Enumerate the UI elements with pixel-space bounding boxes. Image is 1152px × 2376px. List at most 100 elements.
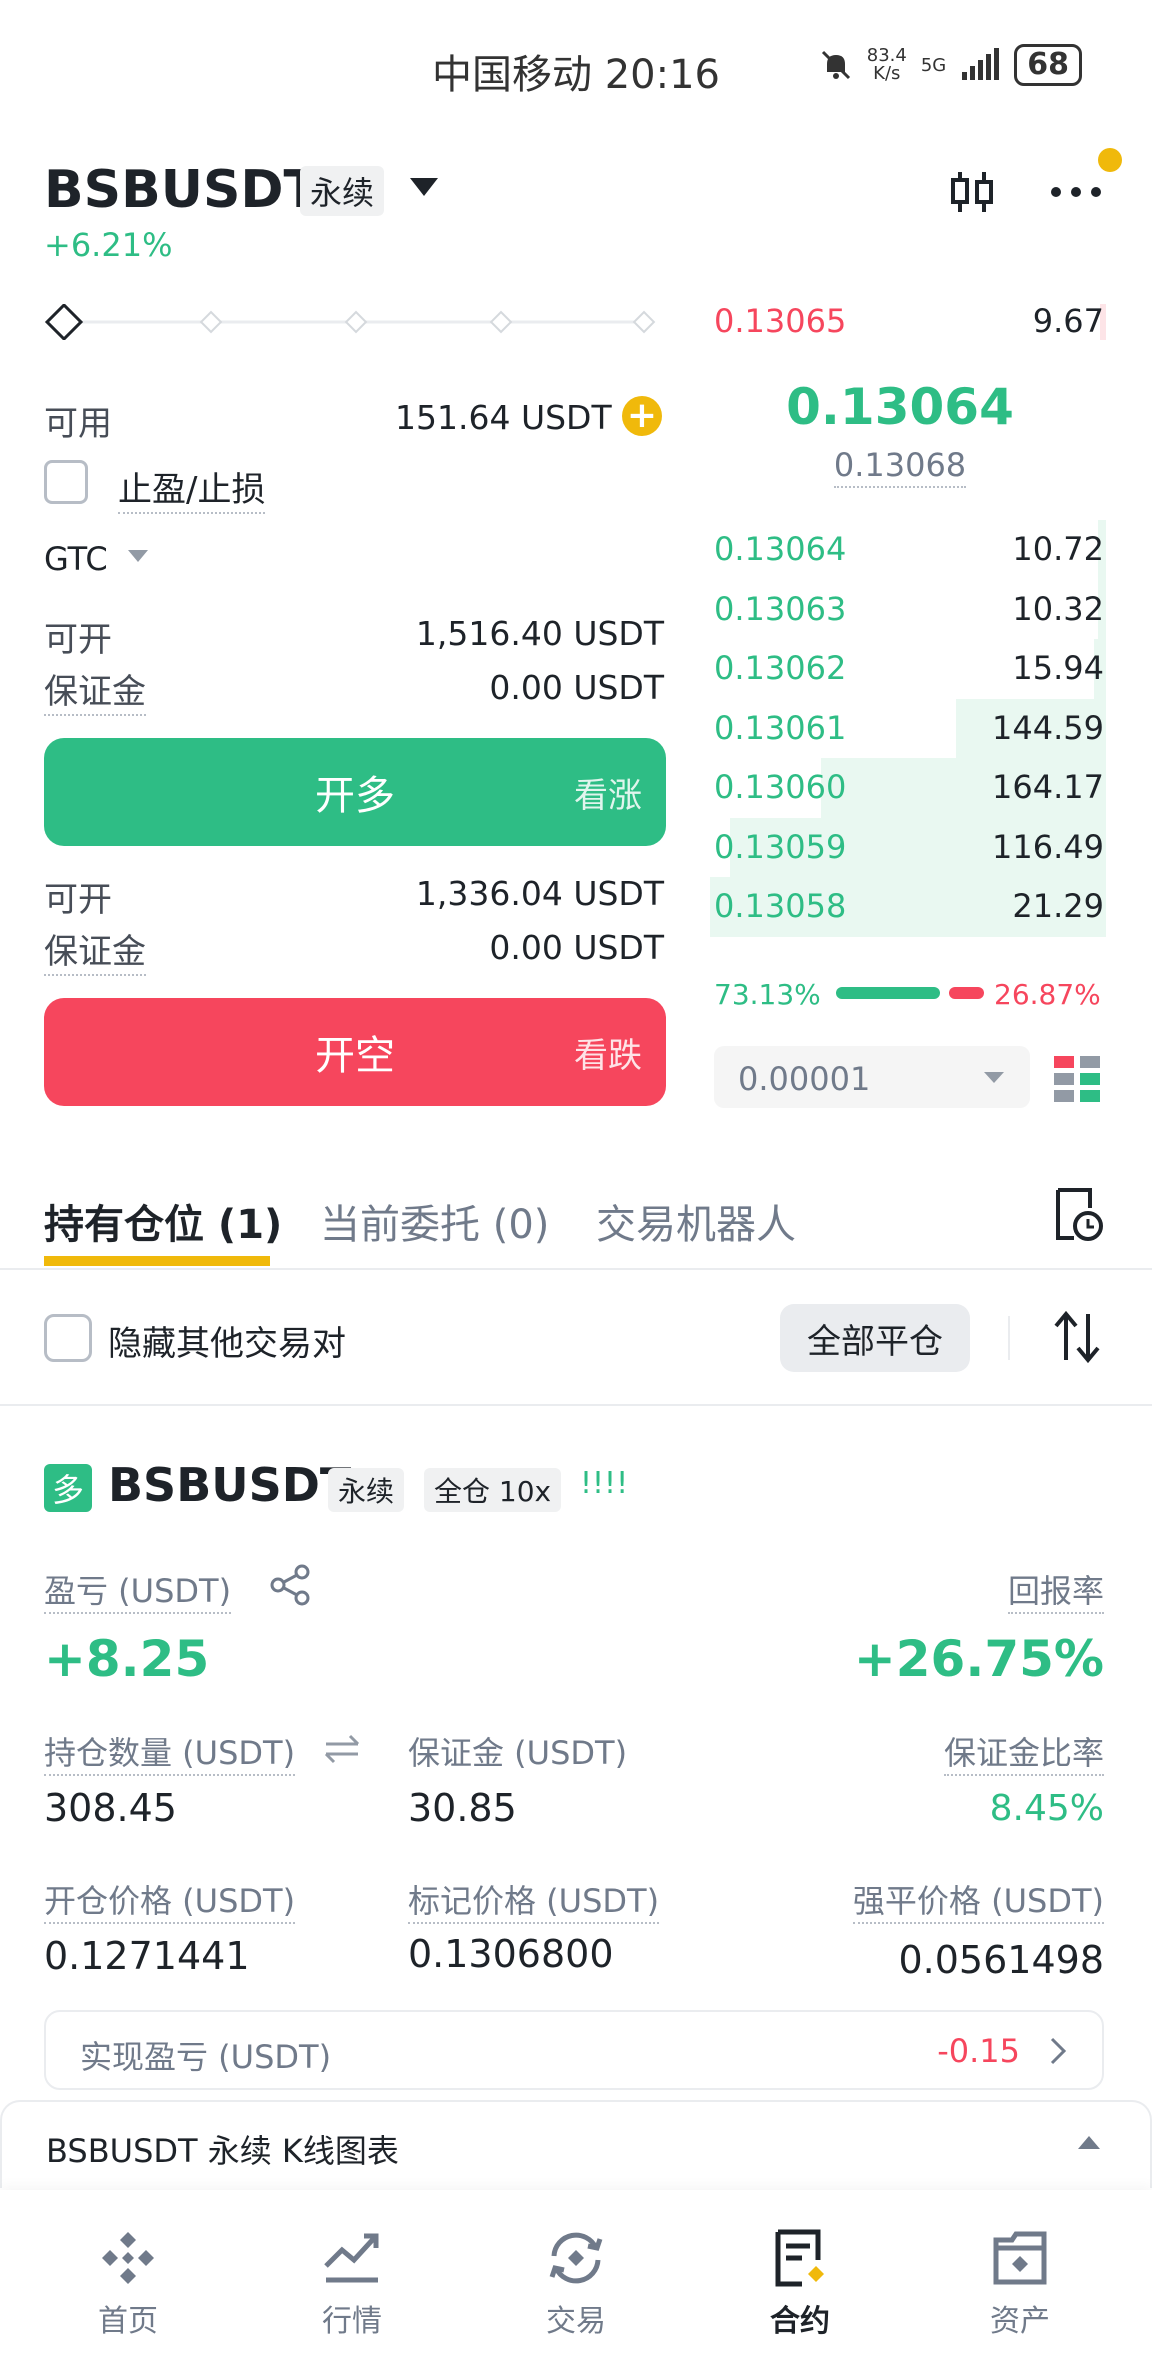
available-value: 151.64 USDT — [395, 398, 612, 437]
signal-icon — [962, 48, 1000, 80]
pair-title[interactable]: BSBUSDT — [44, 160, 319, 220]
nav-trade-label: 交易 — [546, 2304, 606, 2339]
candlestick-chart-icon[interactable] — [948, 168, 996, 216]
tab-positions[interactable]: 持有仓位 (1) — [44, 1192, 282, 1250]
caret-down-icon[interactable] — [410, 178, 438, 196]
tpsl-label[interactable]: 止盈/止损 — [118, 470, 266, 514]
nav-home-label: 首页 — [98, 2304, 158, 2339]
short-margin-value: 0.00 USDT — [489, 928, 664, 967]
nav-futures[interactable]: 合约 — [730, 2226, 870, 2340]
bid-row[interactable]: 0.13061 144.59 — [710, 698, 1106, 758]
pnl-label[interactable]: 盈亏 (USDT) — [44, 1572, 232, 1614]
more-options-icon[interactable] — [1050, 186, 1102, 198]
roe-label[interactable]: 回报率 — [1007, 1572, 1104, 1614]
bid-price: 0.13061 — [714, 708, 847, 747]
tab-open-orders[interactable]: 当前委托 (0) — [320, 1192, 549, 1250]
order-history-icon[interactable] — [1052, 1186, 1104, 1242]
size-value: 308.45 — [44, 1786, 177, 1830]
bid-price: 0.13059 — [714, 827, 847, 866]
position-pair[interactable]: BSBUSDT — [108, 1458, 351, 1512]
caret-down-icon[interactable] — [128, 550, 148, 562]
tpsl-checkbox[interactable] — [44, 460, 88, 504]
active-tab-indicator — [44, 1256, 270, 1266]
bid-row[interactable]: 0.13059 116.49 — [710, 817, 1106, 877]
trade-icon — [549, 2232, 603, 2284]
close-all-button[interactable]: 全部平仓 — [780, 1304, 970, 1372]
mark-price-label[interactable]: 标记价格 (USDT) — [408, 1882, 660, 1924]
swap-unit-icon[interactable] — [322, 1732, 362, 1766]
share-icon[interactable] — [270, 1564, 312, 1606]
margin-ratio-label[interactable]: 保证金比率 — [943, 1734, 1104, 1776]
hide-other-pairs-label[interactable]: 隐藏其他交易对 — [108, 1316, 346, 1365]
notification-dot — [1098, 148, 1122, 172]
bid-row[interactable]: 0.13063 10.32 — [710, 579, 1106, 639]
open-long-button[interactable]: 开多 看涨 — [44, 738, 666, 846]
size-label[interactable]: 持仓数量 (USDT) — [44, 1734, 296, 1776]
caret-down-icon — [984, 1072, 1004, 1083]
orderbook-layout-icon[interactable] — [1054, 1056, 1100, 1102]
bid-qty: 10.72 — [1012, 530, 1104, 568]
status-icons: 83.4 K/s 5G 68 — [819, 44, 1082, 86]
bid-qty: 21.29 — [1012, 887, 1104, 925]
tab-trading-bots[interactable]: 交易机器人 — [596, 1192, 796, 1250]
nav-wallet[interactable]: 资产 — [950, 2226, 1090, 2340]
margin-value: 30.85 — [408, 1786, 517, 1830]
last-price: 0.13064 — [786, 378, 1014, 436]
open-short-label: 开空 — [315, 1033, 395, 1079]
bid-price: 0.13064 — [714, 530, 847, 568]
precision-select[interactable]: 0.00001 — [714, 1046, 1030, 1108]
nav-trade[interactable]: 交易 — [506, 2226, 646, 2340]
adl-indicator[interactable]: !!!! — [580, 1466, 628, 1501]
short-max-label: 可开 — [44, 880, 112, 920]
divider — [1008, 1316, 1010, 1360]
nav-wallet-label: 资产 — [990, 2304, 1050, 2339]
realized-pnl-value: -0.15 — [937, 2032, 1020, 2070]
nav-markets[interactable]: 行情 — [282, 2226, 422, 2340]
time-in-force-select[interactable]: GTC — [44, 540, 108, 578]
mute-icon — [821, 50, 850, 80]
long-margin-value: 0.00 USDT — [489, 668, 664, 707]
realized-pnl-row[interactable]: 实现盈亏 (USDT) -0.15 — [44, 2010, 1104, 2090]
ask-price[interactable]: 0.13065 — [714, 302, 846, 340]
bullish-label: 看涨 — [574, 775, 642, 816]
long-max-label: 可开 — [44, 620, 112, 660]
network-label: 5G — [920, 54, 947, 76]
long-max-value: 1,516.40 USDT — [415, 614, 664, 653]
bid-qty: 144.59 — [992, 708, 1104, 747]
contract-type-tag: 永续 — [300, 166, 385, 216]
bids-list: 0.13064 10.72 0.13063 10.32 0.13062 15.94 0.13… — [710, 520, 1106, 940]
margin-label: 保证金 (USDT) — [408, 1734, 628, 1772]
sort-icon[interactable] — [1052, 1310, 1102, 1364]
sell-ratio-bar — [948, 987, 984, 999]
bid-row[interactable]: 0.13062 15.94 — [710, 639, 1106, 699]
bid-row[interactable]: 0.13060 164.17 — [710, 758, 1106, 818]
entry-price-label[interactable]: 开仓价格 (USDT) — [44, 1882, 296, 1924]
nav-futures-label: 合约 — [770, 2304, 830, 2339]
battery-indicator: 68 — [1014, 44, 1082, 86]
nav-home[interactable]: 首页 — [58, 2226, 198, 2340]
futures-icon — [775, 2229, 824, 2287]
bid-row[interactable]: 0.13064 10.72 — [710, 520, 1106, 580]
transfer-plus-icon[interactable]: + — [622, 396, 662, 436]
open-short-button[interactable]: 开空 看跌 — [44, 998, 666, 1106]
bid-price: 0.13058 — [714, 887, 847, 925]
bearish-label: 看跌 — [574, 1035, 642, 1076]
kline-chart-toggle[interactable]: BSBUSDT 永续 K线图表 — [0, 2100, 1152, 2188]
entry-price-value: 0.1271441 — [44, 1934, 250, 1978]
markets-icon — [324, 2233, 379, 2283]
hide-other-pairs-checkbox[interactable] — [44, 1314, 92, 1362]
bid-row[interactable]: 0.13058 21.29 — [710, 877, 1106, 937]
sell-ratio: 26.87% — [994, 978, 1101, 1011]
mark-price[interactable]: 0.13068 — [833, 446, 967, 488]
bid-qty: 116.49 — [992, 827, 1104, 866]
chevron-right-icon — [1050, 2037, 1067, 2065]
bid-qty: 164.17 — [992, 768, 1104, 806]
buy-ratio: 73.13% — [714, 978, 821, 1011]
liq-price-label[interactable]: 强平价格 (USDT) — [852, 1882, 1104, 1924]
mark-price-value: 0.1306800 — [408, 1932, 614, 1976]
long-side-badge: 多 — [44, 1464, 92, 1512]
short-margin-label: 保证金 — [44, 932, 146, 976]
margin-mode-tag[interactable]: 全仓 10x — [424, 1468, 562, 1512]
order-size-slider[interactable] — [44, 304, 664, 340]
short-max-value: 1,336.04 USDT — [415, 874, 664, 913]
